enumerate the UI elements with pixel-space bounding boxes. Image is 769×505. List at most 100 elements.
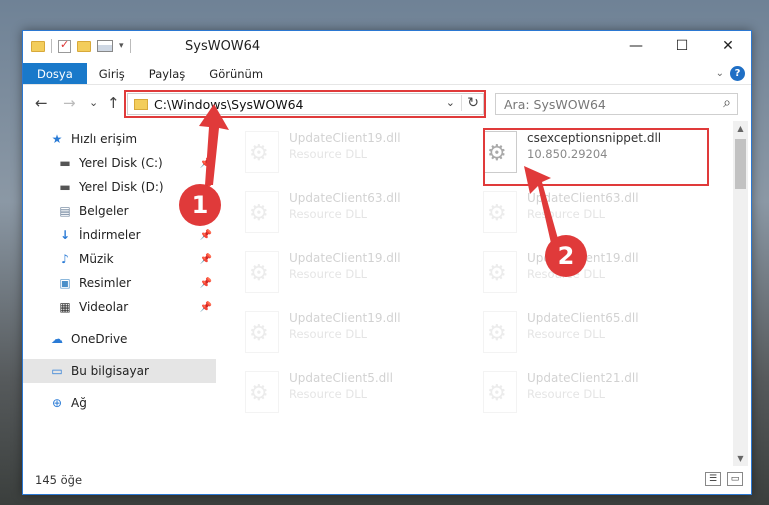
file-name: UpdateClient19.dll	[289, 251, 401, 265]
sidebar-item-downloads[interactable]: ↓ İndirmeler 📌	[23, 223, 216, 247]
view-switcher: ☰ ▭	[705, 472, 743, 486]
star-icon: ★	[51, 132, 63, 146]
search-input[interactable]: Ara: SysWOW64 ⌕	[495, 93, 738, 115]
dll-file-icon	[245, 131, 279, 173]
file-item[interactable]: UpdateClient5.dll Resource DLL	[245, 369, 465, 419]
navigation-pane: ★ Hızlı erişim ▬ Yerel Disk (C:) 📌 ▬ Yer…	[23, 121, 216, 466]
dll-file-icon	[245, 371, 279, 413]
dll-file-icon	[483, 371, 517, 413]
close-button[interactable]: ✕	[705, 31, 751, 61]
file-type: Resource DLL	[289, 327, 368, 341]
sidebar-item-label: OneDrive	[71, 332, 128, 346]
computer-icon: ▭	[51, 364, 63, 378]
file-type: Resource DLL	[527, 267, 606, 281]
file-name: UpdateClient21.dll	[527, 371, 639, 385]
sidebar-item-pictures[interactable]: ▣ Resimler 📌	[23, 271, 216, 295]
properties-check-icon[interactable]	[58, 38, 71, 53]
recent-locations-button[interactable]: ⌄	[89, 96, 98, 109]
pin-icon[interactable]: 📌	[200, 254, 212, 265]
file-highlight-box	[483, 128, 709, 186]
search-icon[interactable]: ⌕	[723, 95, 731, 111]
tab-view[interactable]: Görünüm	[197, 63, 275, 84]
new-folder-icon[interactable]	[77, 40, 91, 52]
drive-icon: ▬	[59, 156, 71, 170]
sidebar-item-network[interactable]: ⊕ Ağ	[23, 391, 216, 415]
sidebar-item-label: Müzik	[79, 252, 114, 266]
sidebar-item-label: Yerel Disk (D:)	[79, 180, 164, 194]
vertical-scrollbar[interactable]: ▲ ▼	[733, 121, 748, 466]
up-button[interactable]: ↑	[107, 94, 120, 112]
file-item[interactable]: UpdateClient19.dllResource DLL	[245, 249, 465, 299]
dll-file-icon	[245, 191, 279, 233]
help-icon[interactable]: ?	[730, 66, 745, 81]
large-icons-view-icon[interactable]: ▭	[727, 472, 743, 486]
view-properties-icon[interactable]	[97, 40, 113, 52]
sidebar-item-onedrive[interactable]: ☁ OneDrive	[23, 327, 216, 351]
file-type: Resource DLL	[289, 147, 368, 161]
dll-file-icon	[483, 251, 517, 293]
file-item[interactable]: UpdateClient19.dll Resource DLL	[245, 129, 465, 179]
file-item[interactable]: UpdateClient21.dll Resource DLL	[483, 369, 703, 419]
title-bar: ▾ SysWOW64 — ☐ ✕	[23, 31, 751, 63]
sidebar-item-quick-access[interactable]: ★ Hızlı erişim	[23, 127, 216, 151]
search-placeholder: Ara: SysWOW64	[504, 96, 606, 112]
expand-ribbon-icon[interactable]: ⌄	[716, 68, 724, 79]
videos-icon: ▦	[59, 300, 71, 314]
dll-file-icon	[483, 311, 517, 353]
file-item[interactable]: UpdateClient65.dll Resource DLL	[483, 309, 703, 359]
sidebar-item-label: Yerel Disk (C:)	[79, 156, 163, 170]
customize-toolbar-dropdown-icon[interactable]: ▾	[119, 41, 124, 51]
tab-home[interactable]: Giriş	[87, 63, 137, 84]
ribbon-right: ⌄ ?	[716, 66, 745, 81]
folder-icon[interactable]	[31, 40, 45, 52]
cloud-icon: ☁	[51, 332, 63, 346]
sidebar-item-label: Bu bilgisayar	[71, 364, 149, 378]
file-item[interactable]: UpdateClient63.dll Resource DLL	[483, 189, 703, 239]
file-name: UpdateClient19.dll	[289, 311, 401, 325]
sidebar-item-label: Resimler	[79, 276, 132, 290]
forward-button[interactable]: →	[63, 94, 76, 112]
details-view-icon[interactable]: ☰	[705, 472, 721, 486]
pictures-icon: ▣	[59, 276, 71, 290]
maximize-button[interactable]: ☐	[659, 31, 705, 61]
file-item[interactable]: UpdateClient19.dllResource DLL	[483, 249, 703, 299]
sidebar-item-videos[interactable]: ▦ Videolar 📌	[23, 295, 216, 319]
sidebar-item-this-pc[interactable]: ▭ Bu bilgisayar	[23, 359, 216, 383]
file-type: Resource DLL	[289, 387, 368, 401]
file-item[interactable]: UpdateClient63.dll Resource DLL	[245, 189, 465, 239]
window-controls: — ☐ ✕	[613, 31, 751, 61]
minimize-button[interactable]: —	[613, 31, 659, 61]
scrollbar-thumb[interactable]	[735, 139, 746, 189]
file-item[interactable]: UpdateClient19.dll Resource DLL	[245, 309, 465, 359]
back-button[interactable]: ←	[35, 94, 48, 112]
pin-icon[interactable]: 📌	[200, 278, 212, 289]
documents-icon: ▤	[59, 204, 71, 218]
divider	[129, 39, 131, 53]
pin-icon[interactable]: 📌	[200, 302, 212, 313]
sidebar-item-music[interactable]: ♪ Müzik 📌	[23, 247, 216, 271]
sidebar-item-label: Videolar	[79, 300, 129, 314]
drive-icon: ▬	[59, 180, 71, 194]
file-type: Resource DLL	[527, 327, 606, 341]
item-count: 145 öğe	[35, 473, 83, 487]
divider	[51, 39, 52, 53]
file-name: UpdateClient19.dll	[289, 131, 401, 145]
dll-file-icon	[483, 191, 517, 233]
sidebar-item-local-disk-c[interactable]: ▬ Yerel Disk (C:) 📌	[23, 151, 216, 175]
scroll-down-icon[interactable]: ▼	[733, 451, 748, 466]
dll-file-icon	[245, 311, 279, 353]
file-type: Resource DLL	[527, 207, 606, 221]
pin-icon[interactable]: 📌	[200, 158, 212, 169]
step-marker-1: 1	[179, 184, 221, 226]
ribbon-tabs: Dosya Giriş Paylaş Görünüm ⌄ ?	[23, 63, 751, 85]
file-name: UpdateClient5.dll	[289, 371, 393, 385]
tab-share[interactable]: Paylaş	[137, 63, 198, 84]
file-type: Resource DLL	[527, 387, 606, 401]
scroll-up-icon[interactable]: ▲	[733, 121, 748, 136]
sidebar-item-label: Belgeler	[79, 204, 129, 218]
tab-file[interactable]: Dosya	[23, 63, 87, 84]
download-icon: ↓	[59, 228, 71, 242]
navigation-bar: ← → ⌄ ↑ C:\Windows\SysWOW64 ⌄ ↻ Ara: Sys…	[23, 85, 751, 121]
pin-icon[interactable]: 📌	[200, 230, 212, 241]
status-bar: 145 öğe ☰ ▭	[23, 466, 751, 494]
